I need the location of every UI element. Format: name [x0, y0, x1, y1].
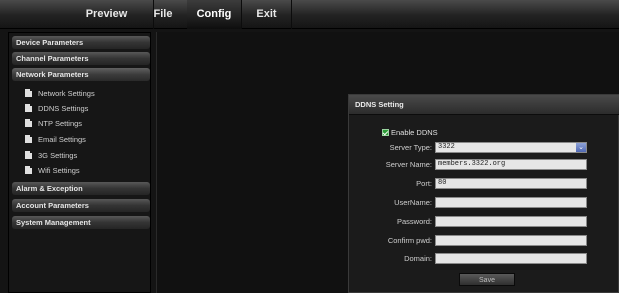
server-name-label: Server Name: [385, 160, 432, 169]
document-icon [25, 166, 32, 174]
enable-ddns-row: Enable DDNS [382, 128, 438, 138]
password-label: Password: [396, 217, 432, 226]
username-label: UserName: [394, 198, 432, 207]
sidebar-item-ddns-settings[interactable]: DDNS Settings [25, 103, 88, 115]
server-type-select[interactable]: 3322 ⌄ [435, 142, 587, 153]
sidebar-item-label: DDNS Settings [38, 104, 89, 113]
ddns-setting-panel: DDNS Setting Enable DDNS Server Type: 33… [348, 94, 619, 293]
sidebar-group-channel-parameters[interactable]: Channel Parameters [12, 52, 150, 65]
sidebar-item-label: Email Settings [38, 135, 86, 144]
save-button[interactable]: Save [459, 273, 515, 286]
domain-label: Domain: [404, 254, 432, 263]
username-field[interactable] [435, 197, 587, 208]
sidebar-item-label: Network Settings [38, 89, 95, 98]
sidebar-item-email-settings[interactable]: Email Settings [25, 134, 86, 146]
sidebar-group-alarm-exception[interactable]: Alarm & Exception [12, 182, 150, 195]
chevron-down-icon[interactable]: ⌄ [576, 143, 586, 152]
document-icon [25, 135, 32, 143]
sidebar-item-ntp-settings[interactable]: NTP Settings [25, 118, 82, 130]
confirm-pwd-label: Confirm pwd: [387, 236, 432, 245]
port-field[interactable]: 80 [435, 178, 587, 189]
sidebar-item-label: 3G Settings [38, 151, 78, 160]
port-label: Port: [416, 179, 432, 188]
tab-config[interactable]: Config [187, 0, 242, 29]
sidebar-item-wifi-settings[interactable]: Wifi Settings [25, 165, 80, 177]
sidebar-item-network-settings[interactable]: Network Settings [25, 88, 95, 100]
password-field[interactable] [435, 216, 587, 227]
tab-exit[interactable]: Exit [242, 0, 292, 29]
confirm-pwd-field[interactable] [435, 235, 587, 246]
sidebar-group-device-parameters[interactable]: Device Parameters [12, 36, 150, 49]
document-icon [25, 151, 32, 159]
sidebar-group-account-parameters[interactable]: Account Parameters [12, 199, 150, 212]
server-type-label: Server Type: [389, 143, 432, 152]
sidebar-item-3g-settings[interactable]: 3G Settings [25, 150, 77, 162]
document-icon [25, 89, 32, 97]
enable-ddns-label: Enable DDNS [391, 128, 438, 137]
top-menu-bar: Preview File Config Exit [0, 0, 619, 29]
sidebar-item-label: NTP Settings [38, 119, 83, 128]
document-icon [25, 104, 32, 112]
document-icon [25, 119, 32, 127]
tab-file[interactable]: File [139, 0, 187, 29]
panel-title: DDNS Setting [349, 95, 619, 115]
sidebar-group-system-management[interactable]: System Management [12, 216, 150, 229]
sidebar-group-network-parameters[interactable]: Network Parameters [12, 68, 150, 81]
domain-field[interactable] [435, 253, 587, 264]
config-sidebar: Device Parameters Channel Parameters Net… [8, 32, 151, 293]
server-type-value: 3322 [438, 143, 455, 151]
server-name-field[interactable]: members.3322.org [435, 159, 587, 170]
sidebar-item-label: Wifi Settings [38, 166, 80, 175]
enable-ddns-checkbox[interactable] [382, 129, 389, 136]
